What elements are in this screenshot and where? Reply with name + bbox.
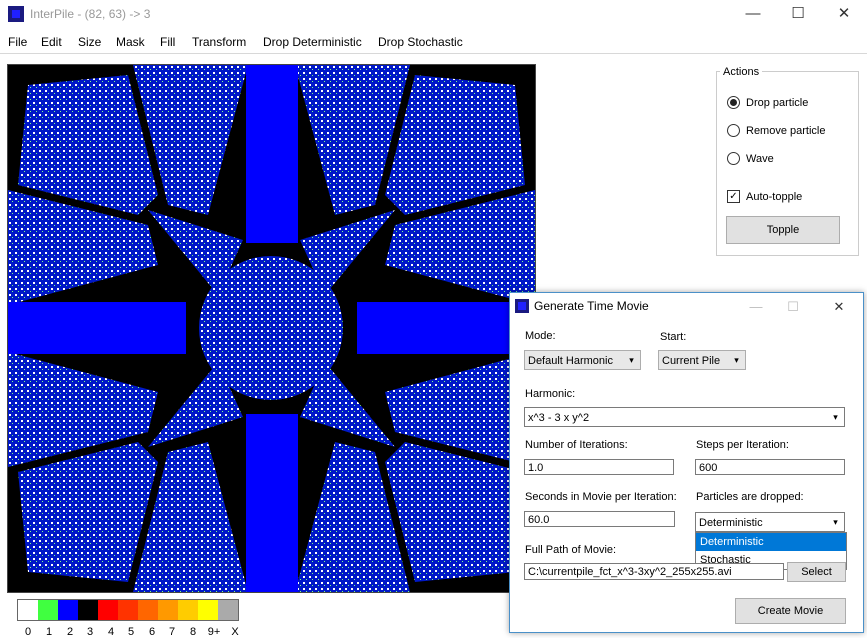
menu-file[interactable]: File: [8, 35, 27, 49]
dropped-value: Deterministic: [699, 517, 763, 529]
seconds-input[interactable]: 60.0: [524, 511, 675, 527]
seconds-label: Seconds in Movie per Iteration:: [525, 491, 677, 503]
radio-icon: [727, 124, 740, 137]
palette-swatch: [218, 600, 238, 620]
dropped-label: Particles are dropped:: [696, 491, 804, 503]
palette-label: 2: [66, 626, 74, 638]
dialog-maximize-button[interactable]: ☐: [773, 295, 813, 319]
menu-bar: File Edit Size Mask Fill Transform Drop …: [0, 31, 867, 54]
radio-wave[interactable]: Wave: [727, 152, 774, 165]
path-input[interactable]: C:\currentpile_fct_x^3-3xy^2_255x255.avi: [524, 563, 784, 580]
color-palette: [17, 599, 239, 621]
palette-label: 1: [45, 626, 53, 638]
menu-fill[interactable]: Fill: [160, 35, 175, 49]
dialog-title: Generate Time Movie: [534, 299, 649, 313]
palette-label: 5: [127, 626, 135, 638]
palette-label: 8: [189, 626, 197, 638]
create-movie-button[interactable]: Create Movie: [735, 598, 846, 624]
app-icon: [8, 6, 24, 22]
palette-swatch: [98, 600, 118, 620]
palette-swatch: [58, 600, 78, 620]
dialog-minimize-button[interactable]: —: [736, 295, 776, 319]
palette-swatch: [18, 600, 38, 620]
radio-label: Drop particle: [746, 96, 809, 109]
checkmark-icon: ✓: [727, 190, 740, 203]
palette-swatch: [198, 600, 218, 620]
dialog-app-icon: [515, 299, 529, 313]
start-select[interactable]: Current Pile ▾: [658, 350, 746, 370]
palette-label: 6: [148, 626, 156, 638]
menu-mask[interactable]: Mask: [116, 35, 145, 49]
chevron-down-icon: ▾: [734, 355, 739, 365]
actions-group-title: Actions: [720, 66, 763, 78]
auto-topple-checkbox[interactable]: ✓ Auto-topple: [727, 190, 802, 203]
mode-label: Mode:: [525, 330, 556, 342]
radio-remove-particle[interactable]: Remove particle: [727, 124, 825, 137]
palette-label: 3: [86, 626, 94, 638]
dropdown-option-deterministic[interactable]: Deterministic: [696, 533, 846, 551]
radio-drop-particle[interactable]: Drop particle: [727, 96, 808, 109]
harmonic-value: x^3 - 3 x y^2: [528, 412, 590, 424]
palette-swatch: [118, 600, 138, 620]
title-bar: InterPile - (82, 63) -> 3 — ☐ ✕: [0, 0, 867, 30]
radio-label: Wave: [746, 152, 774, 165]
maximize-button[interactable]: ☐: [775, 0, 821, 30]
steps-input[interactable]: 600: [695, 459, 845, 475]
harmonic-label: Harmonic:: [525, 388, 576, 400]
window-title: InterPile - (82, 63) -> 3: [30, 7, 151, 21]
iterations-input[interactable]: 1.0: [524, 459, 674, 475]
mode-select[interactable]: Default Harmonic ▾: [524, 350, 641, 370]
select-path-button[interactable]: Select: [787, 562, 846, 582]
palette-label: 0: [24, 626, 32, 638]
palette-swatch: [178, 600, 198, 620]
menu-drop-stochastic[interactable]: Drop Stochastic: [378, 35, 463, 49]
palette-swatch: [78, 600, 98, 620]
sandpile-canvas[interactable]: [7, 64, 536, 593]
topple-button[interactable]: Topple: [726, 216, 840, 244]
chevron-down-icon: ▾: [833, 412, 838, 422]
generate-time-movie-dialog: Generate Time Movie — ☐ ✕ Mode: Default …: [509, 292, 864, 633]
close-button[interactable]: ✕: [821, 0, 867, 30]
iterations-label: Number of Iterations:: [525, 439, 628, 451]
palette-swatch: [138, 600, 158, 620]
palette-label: 7: [168, 626, 176, 638]
menu-drop-deterministic[interactable]: Drop Deterministic: [263, 35, 362, 49]
minimize-button[interactable]: —: [730, 0, 776, 30]
path-label: Full Path of Movie:: [525, 544, 617, 556]
palette-label: 4: [107, 626, 115, 638]
mode-value: Default Harmonic: [528, 355, 613, 367]
palette-swatch: [158, 600, 178, 620]
palette-label: X: [231, 626, 239, 638]
start-value: Current Pile: [662, 355, 721, 367]
chevron-down-icon: ▾: [833, 517, 838, 527]
radio-icon: [727, 96, 740, 109]
menu-size[interactable]: Size: [78, 35, 101, 49]
start-label: Start:: [660, 331, 687, 343]
radio-label: Remove particle: [746, 124, 826, 137]
palette-swatch: [38, 600, 58, 620]
dropped-select[interactable]: Deterministic ▾: [695, 512, 845, 532]
menu-edit[interactable]: Edit: [41, 35, 62, 49]
dialog-close-button[interactable]: ✕: [819, 295, 859, 319]
checkbox-label: Auto-topple: [746, 190, 803, 203]
radio-icon: [727, 152, 740, 165]
menu-transform[interactable]: Transform: [192, 35, 246, 49]
steps-label: Steps per Iteration:: [696, 439, 789, 451]
palette-label: 9+: [207, 626, 221, 638]
harmonic-select[interactable]: x^3 - 3 x y^2 ▾: [524, 407, 845, 427]
chevron-down-icon: ▾: [629, 355, 634, 365]
